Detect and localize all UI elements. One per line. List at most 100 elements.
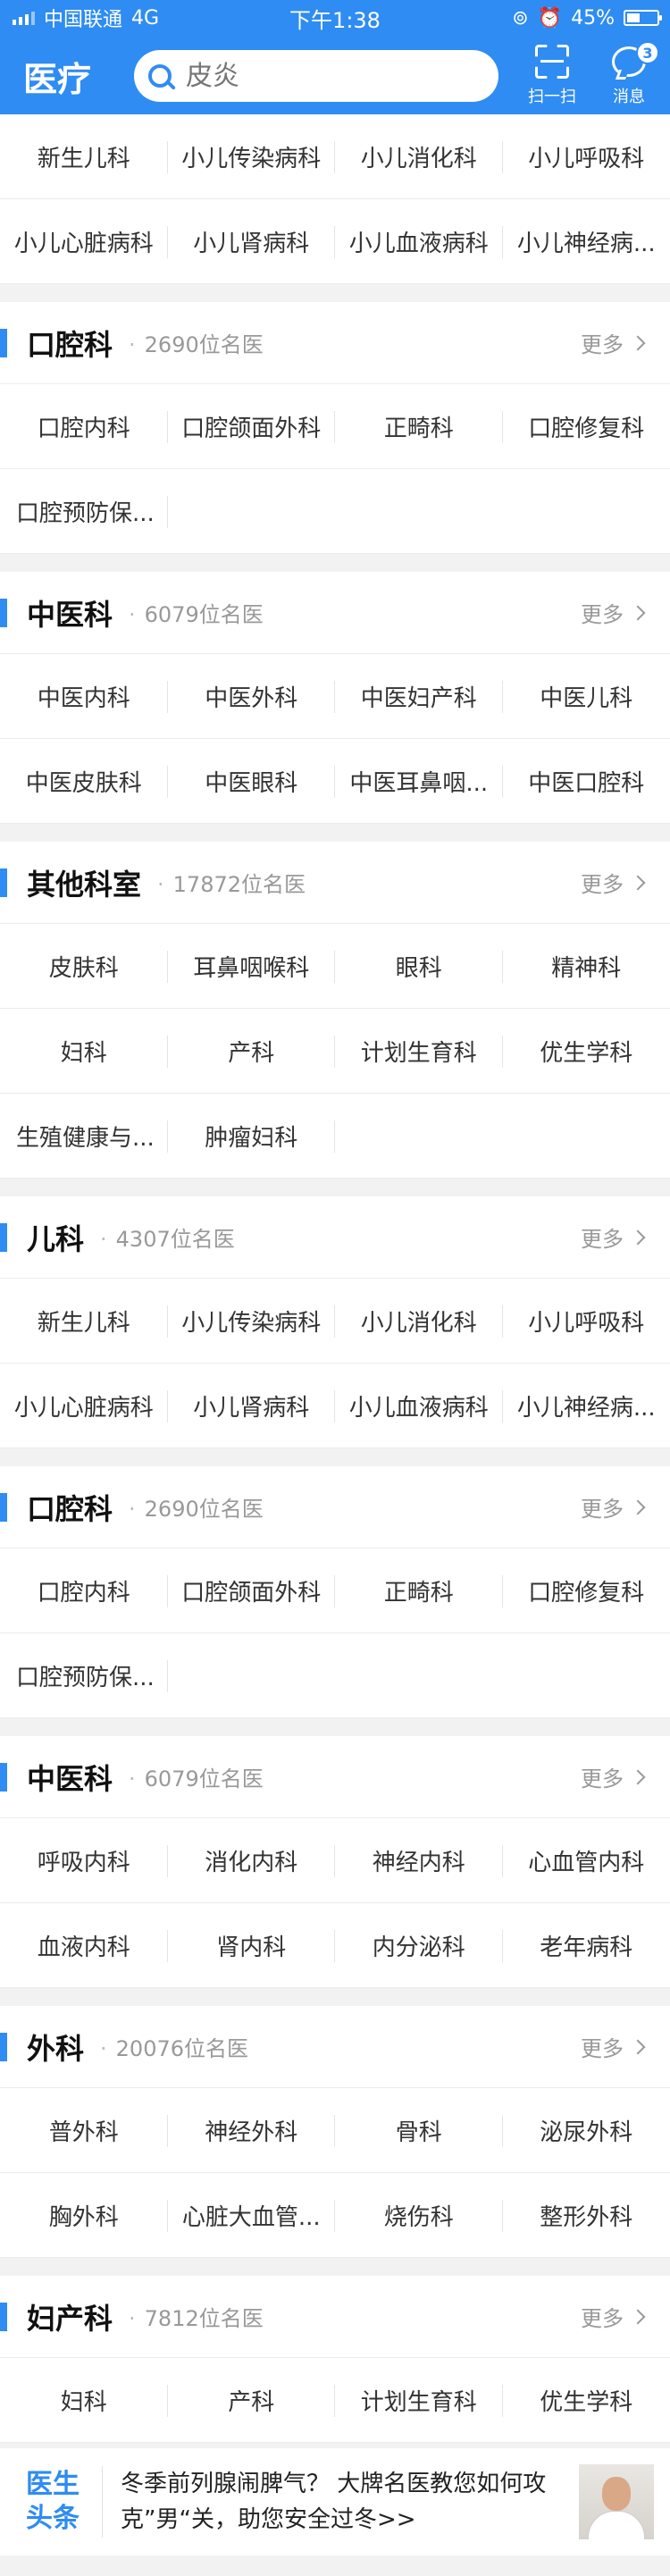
empty-cell (335, 1094, 503, 1179)
department-item[interactable]: 中医口腔科 (502, 739, 670, 824)
department-item[interactable]: 口腔预防保... (0, 469, 168, 554)
department-item[interactable]: 神经外科 (167, 2088, 335, 2173)
department-item[interactable]: 产科 (167, 1009, 335, 1094)
section-accent-bar (0, 1762, 7, 1791)
department-section: 其他科室 17872位名医 更多皮肤科耳鼻咽喉科眼科精神科妇科产科计划生育科优生学科… (0, 842, 670, 1179)
more-link[interactable]: 更多 (581, 2301, 646, 2332)
department-item[interactable]: 血液内科 (0, 1903, 168, 1988)
department-item[interactable]: 口腔修复科 (502, 1548, 670, 1633)
department-item[interactable]: 正畸科 (335, 384, 503, 469)
department-item[interactable]: 消化内科 (167, 1818, 335, 1903)
department-item[interactable]: 小儿神经病... (502, 1364, 670, 1448)
doctor-count: 20076位名医 (100, 2031, 248, 2062)
department-item[interactable]: 内分泌科 (335, 1903, 503, 1988)
department-item[interactable]: 妇科 (0, 1009, 168, 1094)
department-section: 妇产科 7812位名医 更多妇科产科计划生育科优生学科 (0, 2276, 670, 2443)
more-link[interactable]: 更多 (581, 327, 646, 358)
department-item[interactable]: 心脏大血管... (167, 2173, 335, 2258)
department-item[interactable]: 小儿心脏病科 (0, 199, 168, 284)
department-item[interactable]: 小儿传染病科 (167, 114, 335, 199)
department-item[interactable]: 中医儿科 (502, 654, 670, 739)
department-section: 中医科 6079位名医 更多呼吸内科消化内科神经内科心血管内科血液内科肾内科内分泌科… (0, 1736, 670, 1988)
department-item[interactable]: 口腔内科 (0, 384, 168, 469)
department-item[interactable]: 心血管内科 (502, 1818, 670, 1903)
department-item[interactable]: 口腔修复科 (502, 384, 670, 469)
department-item[interactable]: 新生儿科 (0, 1279, 168, 1364)
section-header: 中医科 6079位名医 更多 (0, 1736, 670, 1818)
empty-cell (167, 1633, 335, 1718)
more-link[interactable]: 更多 (581, 1491, 646, 1523)
department-item[interactable]: 优生学科 (502, 2358, 670, 2443)
search-icon (148, 64, 172, 88)
department-item[interactable]: 小儿传染病科 (167, 1279, 335, 1364)
department-item[interactable]: 口腔内科 (0, 1548, 168, 1633)
department-item[interactable]: 胸外科 (0, 2173, 168, 2258)
department-item[interactable]: 计划生育科 (335, 1009, 503, 1094)
department-item[interactable]: 小儿血液病科 (335, 1364, 503, 1448)
more-link[interactable]: 更多 (581, 867, 646, 898)
more-link[interactable]: 更多 (581, 1761, 646, 1792)
department-item[interactable]: 眼科 (335, 924, 503, 1009)
department-item[interactable]: 肿瘤妇科 (167, 1094, 335, 1179)
department-item[interactable]: 呼吸内科 (0, 1818, 168, 1903)
department-item[interactable]: 口腔预防保... (0, 1633, 168, 1718)
more-link[interactable]: 更多 (581, 1221, 646, 1253)
section-accent-bar (0, 2302, 7, 2331)
chevron-right-icon (630, 335, 646, 350)
department-item[interactable]: 中医妇产科 (335, 654, 503, 739)
search-input[interactable] (186, 60, 454, 92)
department-item[interactable]: 新生儿科 (0, 114, 168, 199)
department-item[interactable]: 皮肤科 (0, 924, 168, 1009)
department-item[interactable]: 骨科 (335, 2088, 503, 2173)
department-item[interactable]: 中医内科 (0, 654, 168, 739)
department-grid: 新生儿科 小儿传染病科 小儿消化科 小儿呼吸科小儿心脏病科 小儿肾病科 小儿血液病科 小儿神… (0, 114, 670, 284)
chevron-right-icon (630, 1499, 646, 1515)
search-box[interactable] (134, 50, 498, 102)
more-label: 更多 (581, 1227, 624, 1252)
more-link[interactable]: 更多 (581, 2031, 646, 2062)
chevron-right-icon (630, 875, 646, 890)
scan-button[interactable]: 扫一扫 (516, 45, 588, 107)
department-item[interactable]: 中医耳鼻咽... (335, 739, 503, 824)
department-section: 外科 20076位名医 更多普外科神经外科骨科泌尿外科胸外科心脏大血管...烧伤科整… (0, 2006, 670, 2258)
department-item[interactable]: 口腔颌面外科 (167, 384, 335, 469)
department-item[interactable]: 中医眼科 (167, 739, 335, 824)
department-item[interactable]: 神经内科 (335, 1818, 503, 1903)
department-item[interactable]: 小儿心脏病科 (0, 1364, 168, 1448)
department-item[interactable]: 小儿肾病科 (167, 1364, 335, 1448)
department-grid: 呼吸内科 消化内科 神经内科 心血管内科血液内科 肾内科 内分泌科 老年病科 (0, 1818, 670, 1988)
department-item[interactable]: 小儿呼吸科 (502, 1279, 670, 1364)
department-item[interactable]: 妇科 (0, 2358, 168, 2443)
message-button[interactable]: 3 消息 (593, 41, 665, 107)
department-item[interactable]: 耳鼻咽喉科 (167, 924, 335, 1009)
department-item[interactable]: 泌尿外科 (502, 2088, 670, 2173)
headline-text[interactable]: 冬季前列腺闹脾气？ 大牌名医教您如何攻克”男“关，助您安全过冬>> (121, 2466, 565, 2538)
department-item[interactable]: 小儿神经病... (502, 199, 670, 284)
department-item[interactable]: 正畸科 (335, 1548, 503, 1633)
department-item[interactable]: 计划生育科 (335, 2358, 503, 2443)
section-accent-bar (0, 2032, 7, 2061)
department-item[interactable]: 小儿消化科 (335, 114, 503, 199)
department-item[interactable]: 小儿肾病科 (167, 199, 335, 284)
department-item[interactable]: 中医外科 (167, 654, 335, 739)
department-item[interactable]: 烧伤科 (335, 2173, 503, 2258)
lock-rotation-icon: ⊚ (512, 6, 529, 29)
department-item[interactable]: 整形外科 (502, 2173, 670, 2258)
department-item[interactable]: 小儿消化科 (335, 1279, 503, 1364)
department-item[interactable]: 生殖健康与... (0, 1094, 168, 1179)
department-item[interactable]: 产科 (167, 2358, 335, 2443)
department-item[interactable]: 中医皮肤科 (0, 739, 168, 824)
department-item[interactable]: 老年病科 (502, 1903, 670, 1988)
department-item[interactable]: 精神科 (502, 924, 670, 1009)
department-item[interactable]: 小儿血液病科 (335, 199, 503, 284)
department-item[interactable]: 肾内科 (167, 1903, 335, 1988)
doctor-headline-banner[interactable]: 医生 头条 冬季前列腺闹脾气？ 大牌名医教您如何攻克”男“关，助您安全过冬>> (0, 2448, 670, 2555)
more-link[interactable]: 更多 (581, 597, 646, 628)
department-item[interactable]: 普外科 (0, 2088, 168, 2173)
empty-cell (335, 1633, 503, 1718)
department-item[interactable]: 优生学科 (502, 1009, 670, 1094)
department-grid: 新生儿科 小儿传染病科 小儿消化科 小儿呼吸科小儿心脏病科 小儿肾病科 小儿血液病科 小儿神… (0, 1279, 670, 1448)
chevron-right-icon (630, 1769, 646, 1784)
department-item[interactable]: 小儿呼吸科 (502, 114, 670, 199)
department-item[interactable]: 口腔颌面外科 (167, 1548, 335, 1633)
